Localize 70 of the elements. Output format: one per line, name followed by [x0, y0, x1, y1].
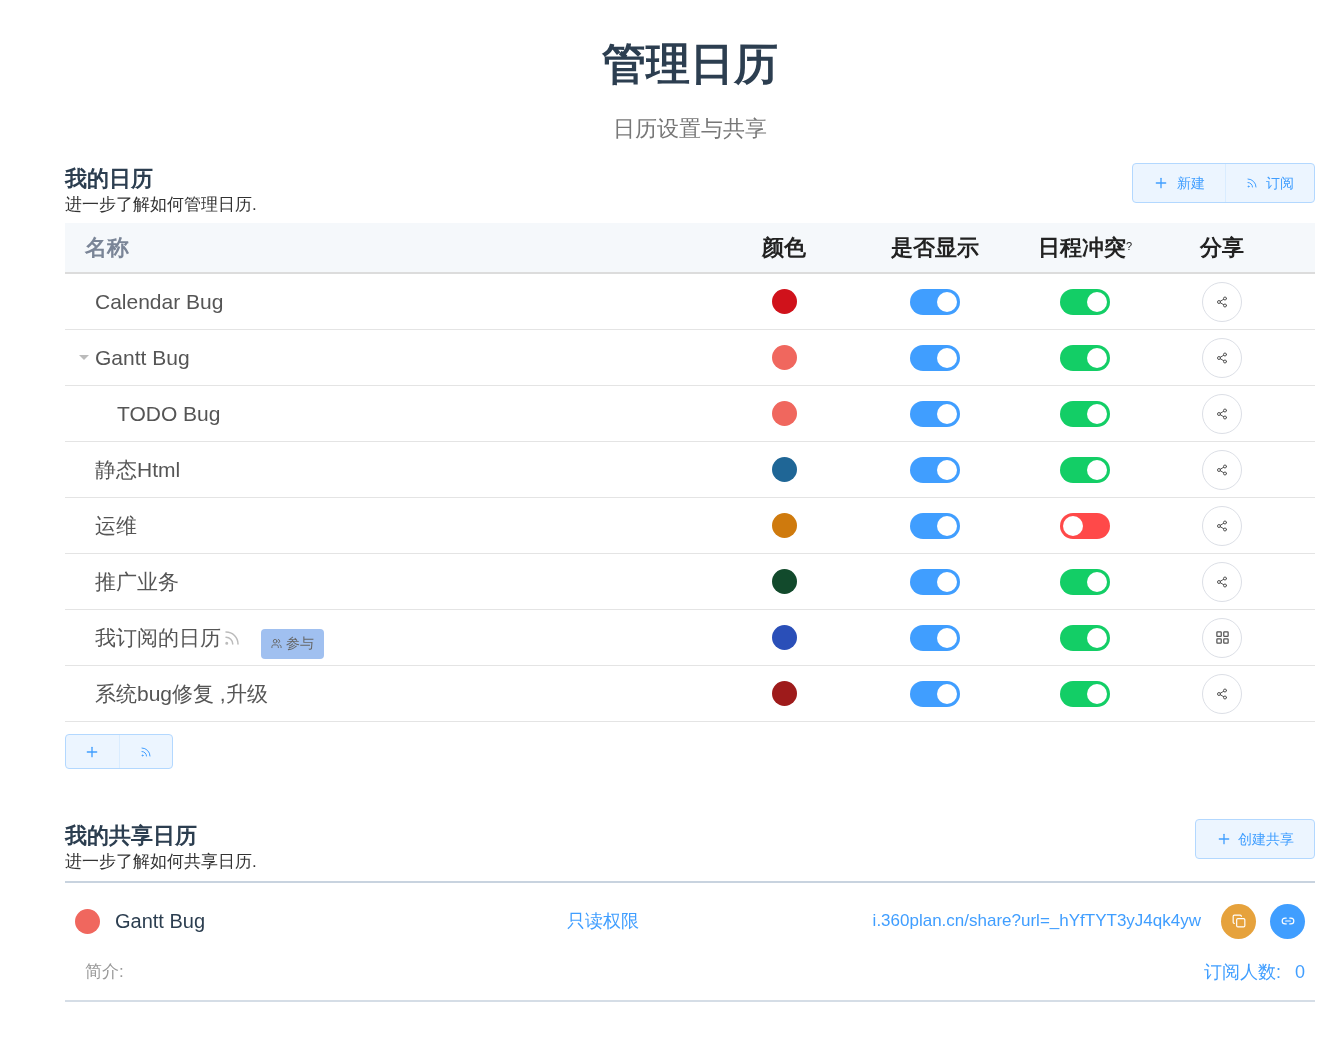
page-subtitle: 日历设置与共享: [612, 115, 768, 143]
plus-icon: [1153, 175, 1169, 191]
visibility-toggle[interactable]: [910, 456, 960, 483]
rss-icon: [1246, 177, 1258, 189]
visibility-toggle[interactable]: [910, 344, 960, 371]
column-header: 名称: [85, 235, 129, 260]
conflict-toggle[interactable]: [1060, 456, 1110, 483]
share-button[interactable]: [1202, 449, 1242, 490]
share-icon: [1216, 463, 1228, 476]
calendar-name: 系统bug修复 ,升级: [95, 680, 268, 707]
column-header: 日程冲突$^{?}$: [1037, 234, 1133, 262]
section-description: 进一步了解如何共享日历.: [65, 851, 257, 873]
visibility-toggle[interactable]: [910, 568, 960, 595]
conflict-toggle[interactable]: [1060, 288, 1110, 315]
share-button[interactable]: [1202, 617, 1242, 658]
create-share-button[interactable]: 创建共享: [1195, 819, 1315, 859]
permission-label: 只读权限: [567, 909, 639, 933]
grid-icon: [1214, 630, 1230, 645]
plus-icon: [1216, 831, 1232, 847]
share-button[interactable]: [1202, 281, 1242, 322]
calendar-name: 运维: [95, 512, 137, 539]
subscribers-count: 0: [1295, 961, 1305, 984]
subscribers-label: 订阅人数:: [1203, 961, 1281, 984]
section-title: 我的共享日历: [65, 822, 198, 850]
intro-label: 简介:: [85, 961, 124, 983]
calendar-name: Gantt Bug: [95, 344, 190, 371]
expand-caret-icon[interactable]: [79, 355, 89, 360]
conflict-toggle[interactable]: [1060, 680, 1110, 707]
section-title: 我的日历: [65, 165, 154, 193]
link-icon: [1280, 914, 1295, 928]
rss-icon: [139, 745, 152, 758]
section-description: 进一步了解如何管理日历.: [65, 194, 257, 216]
calendar-name: 推广业务: [95, 568, 179, 595]
conflict-toggle[interactable]: [1060, 624, 1110, 651]
visibility-toggle[interactable]: [910, 512, 960, 539]
share-link[interactable]: i.360plan.cn/share?url=_hYfTYT3yJ4qk4yw: [872, 908, 1201, 934]
new-button[interactable]: 新建: [1133, 164, 1225, 202]
share-icon: [1216, 351, 1228, 364]
conflict-toggle[interactable]: [1060, 400, 1110, 427]
share-button[interactable]: [1202, 673, 1242, 714]
share-icon: [1216, 687, 1228, 700]
conflict-toggle[interactable]: [1060, 344, 1110, 371]
column-header: 是否显示: [891, 234, 979, 262]
visibility-toggle[interactable]: [910, 680, 960, 707]
calendar-name: Calendar Bug: [95, 288, 224, 315]
share-button[interactable]: [1202, 337, 1242, 378]
visibility-toggle[interactable]: [910, 288, 960, 315]
calendar-name: Gantt Bug: [115, 909, 207, 934]
participate-badge: 参与: [261, 628, 324, 659]
column-header: 颜色: [762, 234, 806, 262]
visibility-toggle[interactable]: [910, 624, 960, 651]
share-icon: [1216, 295, 1228, 308]
copy-button[interactable]: [1221, 903, 1256, 939]
share-icon: [1216, 575, 1228, 588]
link-button[interactable]: [1270, 903, 1305, 939]
share-button[interactable]: [1202, 561, 1242, 602]
calendar-name: 我订阅的日历: [95, 624, 221, 651]
share-icon: [1216, 407, 1228, 420]
conflict-toggle[interactable]: [1060, 512, 1110, 539]
calendar-name: 静态Html: [95, 456, 181, 483]
page-title: 管理日历: [601, 38, 779, 90]
calendar-name: TODO Bug: [117, 400, 221, 427]
share-button[interactable]: [1202, 393, 1242, 434]
subscribe-button[interactable]: 订阅: [1225, 164, 1314, 202]
visibility-toggle[interactable]: [910, 400, 960, 427]
copy-icon: [1231, 914, 1246, 928]
column-header: 分享: [1200, 234, 1244, 262]
conflict-toggle[interactable]: [1060, 568, 1110, 595]
share-icon: [1216, 519, 1228, 532]
share-button[interactable]: [1202, 505, 1242, 546]
